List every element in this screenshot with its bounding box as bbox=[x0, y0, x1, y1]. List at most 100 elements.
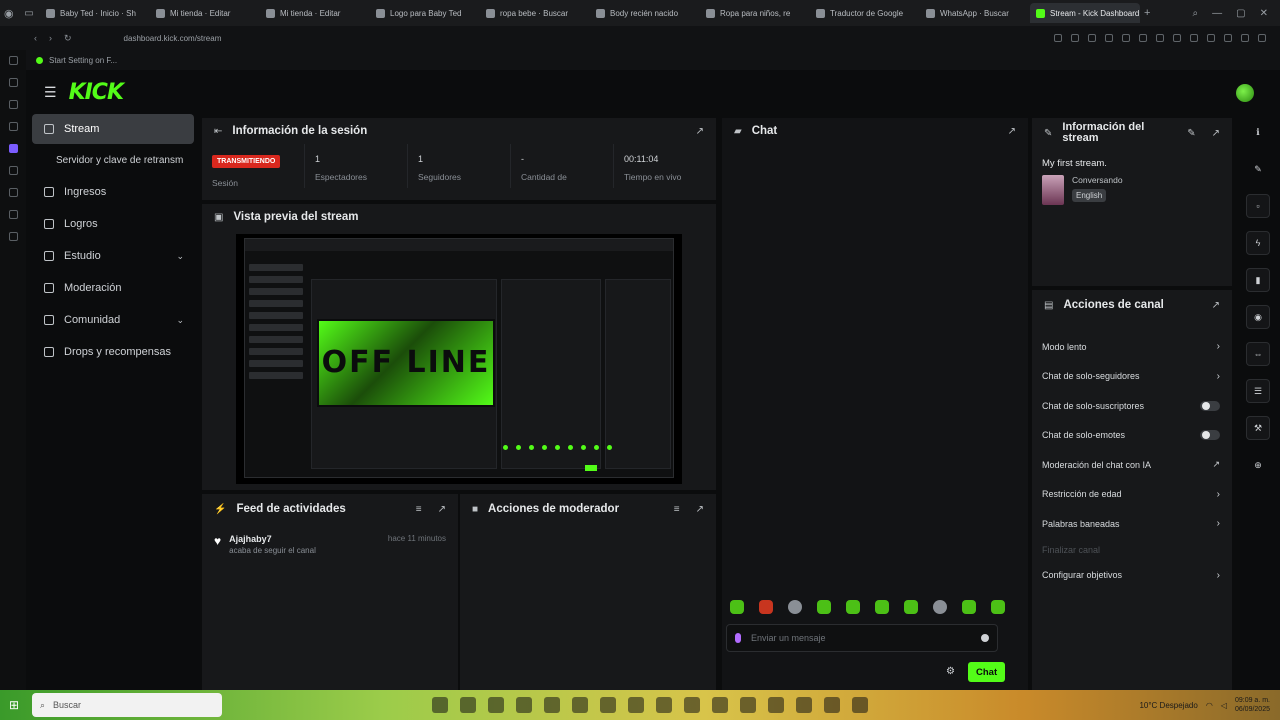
action-followers-only[interactable]: Chat de solo-seguidores › bbox=[1032, 362, 1232, 392]
chat-settings-icon[interactable]: ⚙ bbox=[946, 666, 955, 677]
popout-icon[interactable]: ↗ bbox=[438, 504, 446, 515]
app-icon[interactable] bbox=[516, 697, 532, 713]
volume-icon[interactable]: ◁ bbox=[1221, 701, 1227, 710]
hamburger-menu-icon[interactable]: ☰ bbox=[44, 84, 57, 101]
media-icon[interactable] bbox=[8, 166, 18, 175]
add-widget-icon[interactable]: ⊕ bbox=[1246, 453, 1270, 477]
document-icon[interactable]: ▮ bbox=[1246, 268, 1270, 292]
browser-tab-active[interactable]: Stream - Kick Dashboard bbox=[1030, 3, 1140, 23]
extension-icon[interactable] bbox=[1241, 34, 1249, 42]
browser-menu-icon[interactable]: ◉ bbox=[4, 7, 18, 20]
sidebar-item-server-key[interactable]: Servidor y clave de retransm bbox=[32, 144, 194, 176]
kick-logo[interactable]: KICK bbox=[69, 80, 124, 105]
app-icon[interactable] bbox=[684, 697, 700, 713]
emote-icon[interactable] bbox=[817, 600, 831, 614]
extension-icon[interactable] bbox=[1258, 34, 1266, 42]
widget-icon[interactable]: ▫ bbox=[1246, 194, 1270, 218]
app-icon[interactable] bbox=[432, 697, 448, 713]
app-icon[interactable] bbox=[768, 697, 784, 713]
extension-icon[interactable] bbox=[1207, 34, 1215, 42]
sidebar-item-estudio[interactable]: Estudio ⌄ bbox=[32, 240, 194, 272]
app-icon[interactable] bbox=[544, 697, 560, 713]
twitch-icon[interactable] bbox=[8, 144, 18, 153]
clock-icon[interactable] bbox=[8, 188, 18, 197]
emote-icon[interactable] bbox=[759, 600, 773, 614]
browser-tab[interactable]: Body recién nacido bbox=[590, 3, 700, 23]
action-banned-words[interactable]: Palabras baneadas › bbox=[1032, 509, 1232, 539]
hammer-icon[interactable]: ⚒ bbox=[1246, 416, 1270, 440]
chat-message-input[interactable] bbox=[751, 633, 971, 643]
edit-icon[interactable]: ✎ bbox=[1187, 128, 1195, 139]
history-icon[interactable] bbox=[8, 56, 18, 65]
emote-icon[interactable] bbox=[933, 600, 947, 614]
browser-tab[interactable]: ropa bebe · Buscar bbox=[480, 3, 590, 23]
wifi-icon[interactable]: ◠ bbox=[1206, 701, 1213, 710]
user-avatar[interactable] bbox=[1236, 84, 1254, 102]
sidebar-item-moderacion[interactable]: Moderación bbox=[32, 272, 194, 304]
taskbar-clock[interactable]: 09:09 a. m. 06/09/2025 bbox=[1235, 696, 1270, 714]
sidebar-item-logros[interactable]: Logros bbox=[32, 208, 194, 240]
collapse-icon[interactable]: ⇤ bbox=[214, 126, 222, 137]
forward-icon[interactable]: › bbox=[49, 33, 52, 43]
extension-icon[interactable] bbox=[1105, 34, 1113, 42]
stream-preview-video[interactable]: OFF LINE bbox=[236, 234, 682, 484]
new-tab-icon[interactable]: + bbox=[1144, 7, 1150, 19]
filter-icon[interactable]: ≡ bbox=[674, 504, 680, 515]
sidebar-item-drops[interactable]: Drops y recompensas bbox=[32, 336, 194, 368]
tab-list-icon[interactable]: ▭ bbox=[18, 8, 40, 19]
maximize-icon[interactable]: ▢ bbox=[1236, 8, 1245, 19]
action-slow-mode[interactable]: Modo lento › bbox=[1032, 332, 1232, 362]
extension-icon[interactable] bbox=[1122, 34, 1130, 42]
back-icon[interactable]: ‹ bbox=[34, 33, 37, 43]
popout-icon[interactable]: ↗ bbox=[696, 504, 704, 515]
app-icon[interactable] bbox=[488, 697, 504, 713]
popout-icon[interactable]: ↗ bbox=[1008, 126, 1016, 137]
extension-icon[interactable] bbox=[1190, 34, 1198, 42]
profile-icon[interactable] bbox=[8, 78, 18, 87]
popout-icon[interactable]: ↗ bbox=[1212, 128, 1220, 139]
sidebar-item-ingresos[interactable]: Ingresos bbox=[32, 176, 194, 208]
app-icon[interactable] bbox=[824, 697, 840, 713]
weather-label[interactable]: 10°C Despejado bbox=[1139, 701, 1197, 710]
browser-tab[interactable]: Logo para Baby Ted bbox=[370, 3, 480, 23]
emote-icon[interactable] bbox=[875, 600, 889, 614]
sidebar-item-comunidad[interactable]: Comunidad ⌄ bbox=[32, 304, 194, 336]
app-icon[interactable] bbox=[656, 697, 672, 713]
app-icon[interactable] bbox=[460, 697, 476, 713]
pencil-icon[interactable]: ✎ bbox=[1246, 157, 1270, 181]
bookmark-item[interactable]: Start Setting on F... bbox=[49, 56, 117, 65]
emote-icon[interactable] bbox=[846, 600, 860, 614]
settings-icon[interactable] bbox=[8, 232, 18, 241]
app-icon[interactable] bbox=[852, 697, 868, 713]
action-configure-goals[interactable]: Configurar objetivos › bbox=[1032, 561, 1232, 591]
emote-icon[interactable] bbox=[991, 600, 1005, 614]
extension-icon[interactable] bbox=[1224, 34, 1232, 42]
browser-tab[interactable]: Mi tienda · Editar bbox=[260, 3, 370, 23]
extension-icon[interactable] bbox=[1173, 34, 1181, 42]
browser-tab[interactable]: Mi tienda · Editar bbox=[150, 3, 260, 23]
notes-icon[interactable] bbox=[8, 122, 18, 131]
search-tabs-icon[interactable]: ⌕ bbox=[1193, 8, 1199, 19]
chat-bubble-icon[interactable]: ◉ bbox=[1246, 305, 1270, 329]
emote-icon[interactable] bbox=[788, 600, 802, 614]
extension-icon[interactable] bbox=[1088, 34, 1096, 42]
app-icon[interactable] bbox=[796, 697, 812, 713]
app-icon[interactable] bbox=[572, 697, 588, 713]
close-icon[interactable]: ✕ bbox=[1260, 8, 1268, 19]
microphone-icon[interactable] bbox=[735, 633, 741, 643]
extension-icon[interactable] bbox=[1071, 34, 1079, 42]
emote-icon[interactable] bbox=[730, 600, 744, 614]
windows-start-icon[interactable]: ⊞ bbox=[0, 698, 28, 712]
minimize-icon[interactable]: — bbox=[1212, 8, 1222, 19]
browser-tab[interactable]: WhatsApp · Buscar bbox=[920, 3, 1030, 23]
extension-icon[interactable] bbox=[1054, 34, 1062, 42]
chat-icon[interactable] bbox=[8, 210, 18, 219]
wallet-icon[interactable] bbox=[8, 100, 18, 109]
browser-tab[interactable]: Traductor de Google bbox=[810, 3, 920, 23]
lightning-icon[interactable]: ϟ bbox=[1246, 231, 1270, 255]
emote-icon[interactable] bbox=[962, 600, 976, 614]
app-icon[interactable] bbox=[712, 697, 728, 713]
emotes-only-toggle[interactable] bbox=[1200, 430, 1220, 441]
extension-icon[interactable] bbox=[1156, 34, 1164, 42]
filter-icon[interactable]: ≡ bbox=[416, 504, 422, 515]
